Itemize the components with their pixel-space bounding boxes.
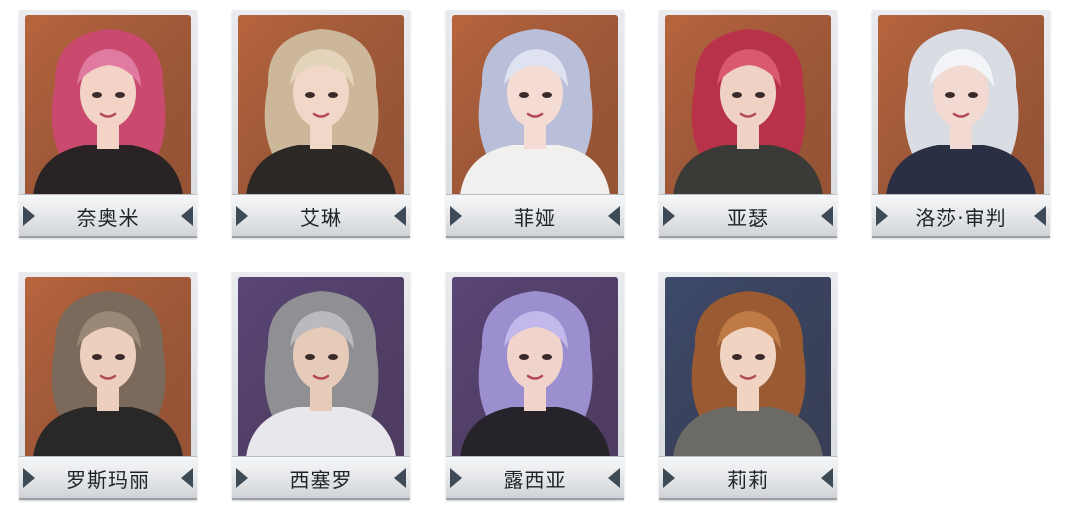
card-edge <box>659 236 837 238</box>
chevron-left-icon <box>450 468 462 488</box>
character-nameplate: 莉莉 <box>659 456 837 499</box>
portrait-illustration <box>25 277 191 457</box>
card-edge <box>19 498 197 500</box>
character-card[interactable]: 莉莉 <box>659 272 837 500</box>
character-portrait <box>25 277 191 457</box>
eye-left <box>945 92 955 98</box>
chevron-right-icon <box>1034 206 1046 226</box>
chevron-right-icon <box>181 206 193 226</box>
character-card[interactable]: 罗斯玛丽 <box>19 272 197 500</box>
character-nameplate: 洛莎·审判 <box>872 194 1050 237</box>
character-nameplate: 亚瑟 <box>659 194 837 237</box>
character-card[interactable]: 洛莎·审判 <box>872 10 1050 238</box>
chevron-left-icon <box>23 468 35 488</box>
portrait-illustration <box>238 15 404 195</box>
eye-left <box>732 92 742 98</box>
eye-right <box>328 354 338 360</box>
card-edge <box>659 498 837 500</box>
chevron-right-icon <box>608 468 620 488</box>
card-edge <box>872 236 1050 238</box>
portrait-illustration <box>878 15 1044 195</box>
chevron-right-icon <box>608 206 620 226</box>
eye-left <box>732 354 742 360</box>
eye-left <box>519 92 529 98</box>
character-portrait <box>452 15 618 195</box>
eye-left <box>305 92 315 98</box>
chevron-left-icon <box>663 206 675 226</box>
character-card[interactable]: 艾琳 <box>232 10 410 238</box>
card-edge <box>19 236 197 238</box>
portrait-illustration <box>452 277 618 457</box>
chevron-left-icon <box>663 468 675 488</box>
chevron-right-icon <box>181 468 193 488</box>
eye-right <box>115 354 125 360</box>
chevron-left-icon <box>236 468 248 488</box>
character-card[interactable]: 菲娅 <box>446 10 624 238</box>
chevron-right-icon <box>821 206 833 226</box>
chevron-right-icon <box>821 468 833 488</box>
character-nameplate: 罗斯玛丽 <box>19 456 197 499</box>
eye-left <box>519 354 529 360</box>
chevron-left-icon <box>236 206 248 226</box>
character-name: 奈奥米 <box>76 205 140 230</box>
character-portrait <box>25 15 191 195</box>
character-name: 露西亚 <box>503 467 567 492</box>
character-nameplate: 艾琳 <box>232 194 410 237</box>
card-edge <box>232 236 410 238</box>
eye-right <box>968 92 978 98</box>
character-card[interactable]: 亚瑟 <box>659 10 837 238</box>
eye-right <box>755 354 765 360</box>
chevron-left-icon <box>876 206 888 226</box>
character-name: 洛莎·审判 <box>915 205 1007 230</box>
eye-right <box>328 92 338 98</box>
card-edge <box>446 236 624 238</box>
character-name: 菲娅 <box>514 205 556 230</box>
portrait-illustration <box>665 15 831 195</box>
character-name: 艾琳 <box>300 205 342 230</box>
portrait-illustration <box>25 15 191 195</box>
chevron-right-icon <box>394 468 406 488</box>
eye-right <box>542 354 552 360</box>
character-nameplate: 菲娅 <box>446 194 624 237</box>
character-nameplate: 奈奥米 <box>19 194 197 237</box>
character-name: 罗斯玛丽 <box>66 467 150 492</box>
eye-right <box>755 92 765 98</box>
character-name: 亚瑟 <box>727 205 769 230</box>
character-portrait <box>238 15 404 195</box>
eye-left <box>92 92 102 98</box>
portrait-illustration <box>238 277 404 457</box>
eye-right <box>542 92 552 98</box>
chevron-right-icon <box>394 206 406 226</box>
card-edge <box>446 498 624 500</box>
character-card[interactable]: 西塞罗 <box>232 272 410 500</box>
character-nameplate: 露西亚 <box>446 456 624 499</box>
portrait-illustration <box>665 277 831 457</box>
portrait-illustration <box>452 15 618 195</box>
character-name: 西塞罗 <box>289 467 353 492</box>
character-name: 莉莉 <box>727 467 769 492</box>
chevron-left-icon <box>23 206 35 226</box>
character-portrait <box>665 277 831 457</box>
character-portrait <box>452 277 618 457</box>
character-card[interactable]: 奈奥米 <box>19 10 197 238</box>
character-grid: 奈奥米 艾琳 菲娅 亚瑟 洛莎·审判 罗斯玛丽 西塞罗 露西亚 莉莉 <box>0 0 1080 520</box>
character-portrait <box>665 15 831 195</box>
eye-left <box>92 354 102 360</box>
character-nameplate: 西塞罗 <box>232 456 410 499</box>
card-edge <box>232 498 410 500</box>
character-card[interactable]: 露西亚 <box>446 272 624 500</box>
eye-left <box>305 354 315 360</box>
character-portrait <box>878 15 1044 195</box>
chevron-left-icon <box>450 206 462 226</box>
character-portrait <box>238 277 404 457</box>
eye-right <box>115 92 125 98</box>
